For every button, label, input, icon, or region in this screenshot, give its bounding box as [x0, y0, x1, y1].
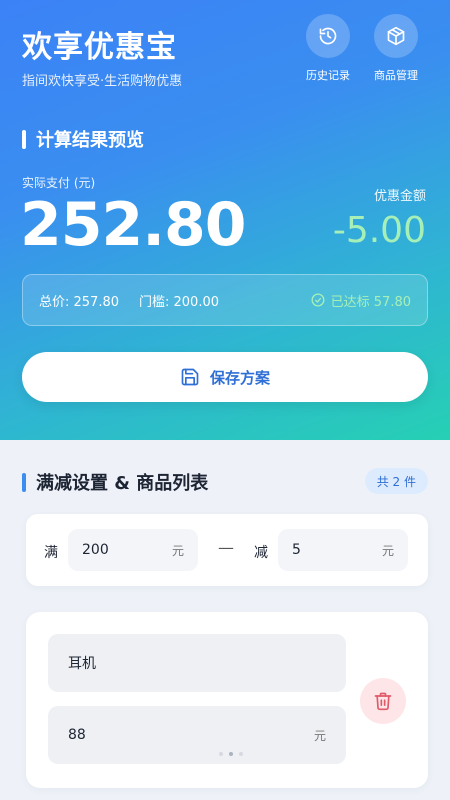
check-circle-icon [311, 293, 325, 307]
product-name-value: 耳机 [68, 656, 96, 672]
product-price-value: 88 [68, 727, 86, 743]
product-price-unit: 元 [313, 728, 326, 743]
full-label: 满 [44, 545, 58, 561]
section-accent-bar [22, 129, 26, 149]
history-label: 历史记录 [306, 69, 350, 82]
save-plan-button[interactable]: 保存方案 [22, 352, 428, 402]
discount-label: 优惠金额 [373, 189, 426, 204]
product-name-input[interactable]: 耳机 [48, 634, 346, 692]
box-icon [374, 14, 418, 58]
trash-icon [374, 692, 392, 711]
product-manage-button[interactable]: 商品管理 [366, 14, 426, 83]
delete-product-button[interactable] [360, 678, 406, 724]
minus-amount-input[interactable]: 5 元 [278, 529, 408, 571]
discount-value: -5.00 [332, 210, 426, 251]
product-manage-label: 商品管理 [374, 69, 418, 82]
pager-dots [216, 752, 246, 756]
history-button[interactable]: 历史记录 [298, 14, 358, 83]
result-section-title: 计算结果预览 [36, 130, 144, 151]
hero-panel: 欢享优惠宝 指间欢快享受·生活购物优惠 历史记录 商品管理 计算结果预览 实际支… [0, 0, 450, 440]
pager-dot [239, 752, 243, 756]
list-section-heading: 满减设置 & 商品列表 [22, 469, 208, 495]
minus-amount-unit: 元 [381, 543, 394, 558]
product-card: 耳机 88 元 [26, 612, 428, 788]
full-amount-input[interactable]: 200 元 [68, 529, 198, 571]
reached-status: 已达标 57.80 [311, 291, 411, 310]
save-plan-label: 保存方案 [209, 368, 270, 387]
save-icon [181, 368, 199, 386]
pager-dot-active [229, 752, 233, 756]
reached-text: 已达标 57.80 [330, 294, 411, 310]
discount-rule-card: 满 200 元 — 减 5 元 [26, 514, 428, 586]
item-count-badge: 共 2 件 [364, 468, 428, 494]
summary-box: 总价: 257.80 门槛: 200.00 已达标 57.80 [22, 274, 428, 326]
total-price-text: 总价: 257.80 [39, 294, 119, 310]
app-title: 欢享优惠宝 [22, 30, 177, 65]
list-section-title: 满减设置 & 商品列表 [36, 473, 209, 494]
actual-pay-value: 252.80 [20, 190, 247, 260]
history-icon [306, 14, 350, 58]
result-section-heading: 计算结果预览 [22, 126, 144, 152]
pager-dot [219, 752, 223, 756]
full-amount-value: 200 [82, 542, 109, 558]
full-amount-unit: 元 [171, 543, 184, 558]
product-price-input[interactable]: 88 元 [48, 706, 346, 764]
actual-pay-label: 实际支付 (元) [22, 176, 96, 190]
minus-label: 减 [254, 545, 268, 561]
threshold-text: 门槛: 200.00 [139, 294, 219, 310]
rule-separator: — [218, 538, 234, 557]
app-subtitle: 指间欢快享受·生活购物优惠 [22, 74, 183, 89]
minus-amount-value: 5 [292, 542, 301, 558]
section-accent-bar [22, 472, 26, 492]
